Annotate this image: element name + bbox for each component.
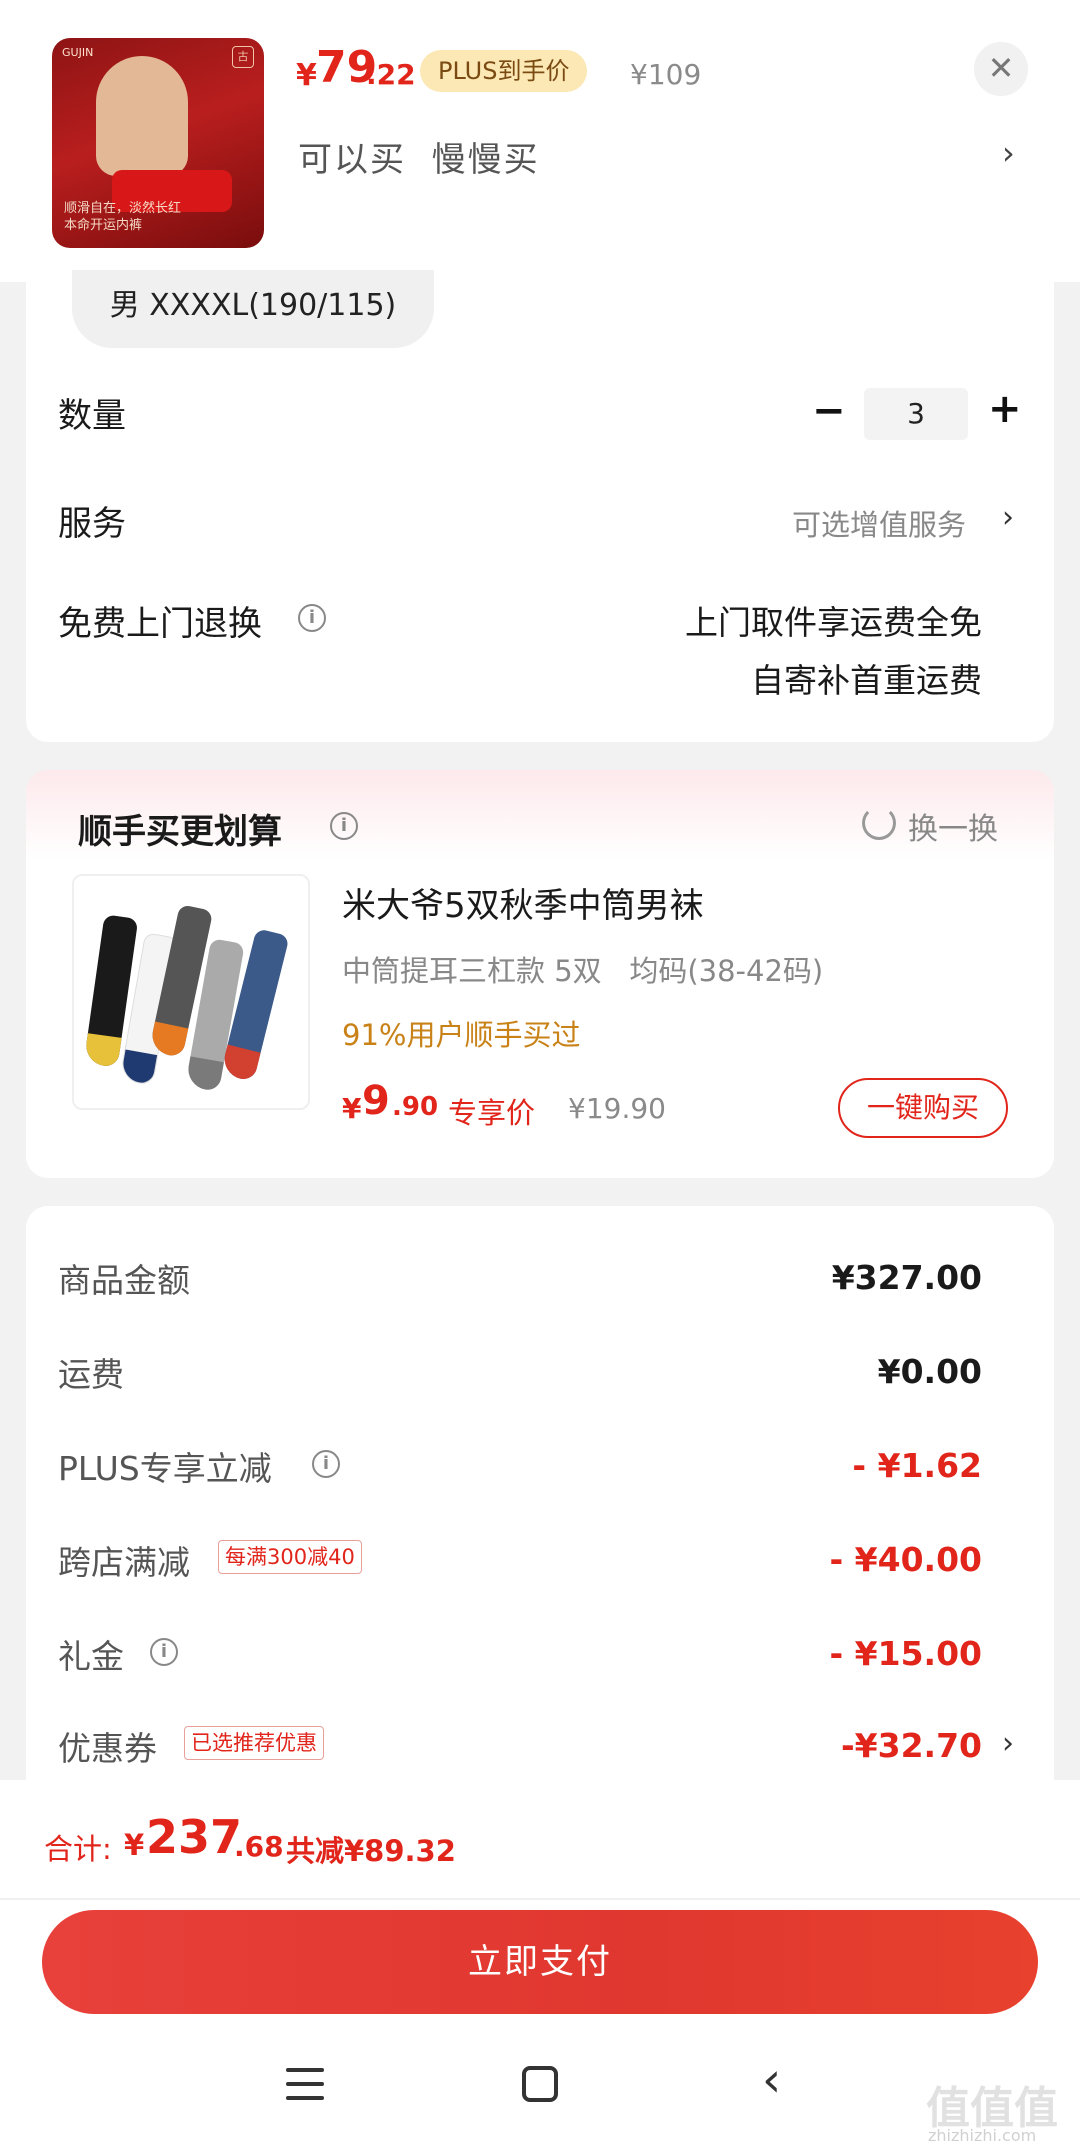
- summary-value-gift: - ¥15.00: [829, 1634, 982, 1673]
- recommend-title: 顺手买更划算: [78, 812, 282, 852]
- close-icon: ✕: [987, 49, 1015, 87]
- recommend-item-spec: 中筒提耳三杠款 5双 均码(38-42码): [342, 954, 824, 988]
- recommend-item-name[interactable]: 米大爷5双秋季中筒男袜: [342, 878, 704, 927]
- free-return-label: 免费上门退换: [58, 604, 262, 644]
- chevron-right-icon[interactable]: ›: [1002, 500, 1014, 535]
- price-symbol: ¥: [296, 58, 317, 93]
- pay-now-button[interactable]: 立即支付: [42, 1910, 1038, 2014]
- summary-value-shipping: ¥0.00: [877, 1352, 982, 1391]
- watermark-url: zhizhizhi.com: [928, 2126, 1037, 2145]
- product-thumbnail[interactable]: GUJIN 古 顺滑自在，淡然长红 本命开运内裤: [52, 38, 264, 248]
- menu-icon[interactable]: [286, 2068, 324, 2100]
- recommend-price-integer: 9: [362, 1078, 390, 1124]
- plus-price-badge: PLUS到手价: [420, 50, 588, 92]
- coupon-tag[interactable]: 已选推荐优惠: [184, 1726, 324, 1760]
- one-click-buy-button[interactable]: 一键购买: [838, 1078, 1008, 1138]
- summary-value-crossstore: - ¥40.00: [829, 1540, 982, 1579]
- total-saved: 共减¥89.32: [286, 1834, 456, 1868]
- summary-label-plus: PLUS专享立减: [58, 1449, 272, 1488]
- recommend-price-symbol: ¥: [342, 1092, 362, 1125]
- home-icon[interactable]: [522, 2066, 558, 2102]
- thumb-seal-icon: 古: [232, 46, 254, 68]
- recommend-exclusive-label: 专享价: [448, 1096, 536, 1130]
- summary-value-goods: ¥327.00: [831, 1258, 982, 1297]
- chevron-right-icon[interactable]: ›: [1002, 1726, 1014, 1761]
- divider: [0, 1898, 1080, 1900]
- quantity-label: 数量: [58, 396, 126, 436]
- summary-label-gift: 礼金: [58, 1637, 124, 1676]
- refresh-icon[interactable]: [862, 806, 896, 840]
- socks-product-image[interactable]: [72, 874, 310, 1110]
- summary-label-shipping: 运费: [58, 1355, 124, 1394]
- summary-value-plus: - ¥1.62: [852, 1446, 982, 1485]
- recommend-bought-stat: 91%用户顺手买过: [342, 1018, 581, 1052]
- swap-button[interactable]: 换一换: [908, 804, 998, 848]
- chevron-right-icon[interactable]: ›: [1002, 134, 1015, 172]
- service-label: 服务: [58, 504, 126, 544]
- recommend-price-decimal: .90: [392, 1092, 439, 1122]
- original-price: ¥109: [630, 58, 702, 91]
- service-option-link[interactable]: 可选增值服务: [792, 502, 966, 544]
- product-slogan[interactable]: 可以买 慢慢买: [298, 132, 540, 181]
- size-chip-selected[interactable]: 男 XXXXL(190/115): [72, 270, 434, 348]
- thumb-caption: 顺滑自在，淡然长红 本命开运内裤: [64, 201, 182, 233]
- thumb-model-figure: [96, 56, 188, 176]
- close-button[interactable]: ✕: [974, 42, 1028, 96]
- quantity-minus-button[interactable]: −: [812, 388, 846, 434]
- back-icon[interactable]: ‹: [762, 2052, 781, 2108]
- thumb-brand-mark: GUJIN: [62, 46, 94, 59]
- info-icon[interactable]: i: [312, 1450, 340, 1478]
- crossstore-tag: 每满300减40: [218, 1540, 362, 1574]
- quantity-input[interactable]: 3: [864, 388, 968, 440]
- total-label: 合计:: [44, 1832, 112, 1866]
- total-decimal: .68: [234, 1830, 284, 1863]
- summary-label-crossstore: 跨店满减: [58, 1543, 190, 1582]
- free-return-line2: 自寄补首重运费: [751, 661, 982, 700]
- quantity-plus-button[interactable]: +: [988, 386, 1022, 432]
- info-icon[interactable]: i: [150, 1638, 178, 1666]
- free-return-line1: 上门取件享运费全免: [685, 603, 982, 642]
- price-decimal: .22: [366, 58, 416, 91]
- summary-value-coupon[interactable]: -¥32.70: [841, 1726, 982, 1765]
- recommend-original-price: ¥19.90: [568, 1092, 666, 1125]
- summary-label-coupon: 优惠券: [58, 1729, 157, 1768]
- total-integer: 237: [146, 1810, 243, 1864]
- summary-label-goods: 商品金额: [58, 1261, 190, 1300]
- info-icon[interactable]: i: [298, 604, 326, 632]
- total-symbol: ¥: [124, 1828, 145, 1862]
- info-icon[interactable]: i: [330, 812, 358, 840]
